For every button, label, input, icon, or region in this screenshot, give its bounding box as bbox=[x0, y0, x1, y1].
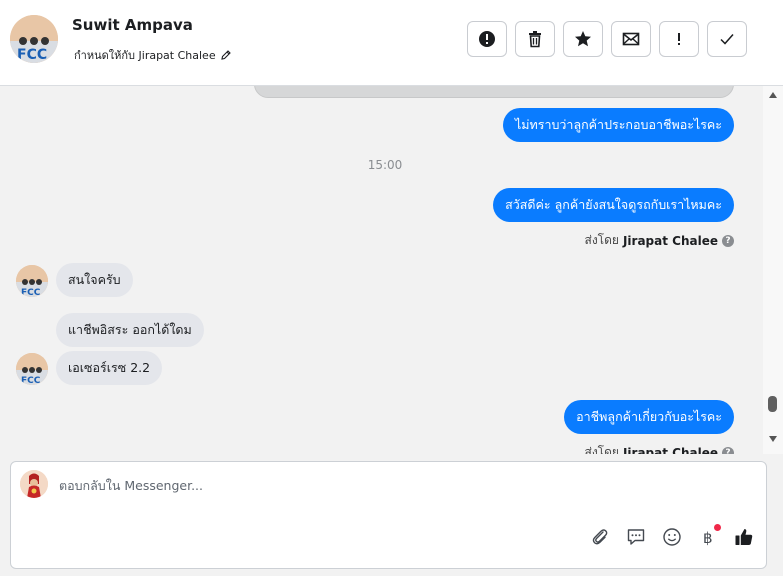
star-button[interactable] bbox=[563, 21, 603, 57]
message-timestamp: 15:00 bbox=[367, 158, 403, 172]
payment-button[interactable]: ฿ bbox=[697, 524, 721, 548]
exclamation-icon bbox=[678, 33, 680, 45]
messenger-inbox-view: FCC Suwit Ampava กำหนดให้กับ Jirapat Cha… bbox=[0, 0, 783, 576]
sent-by-name: Jirapat Chalee bbox=[622, 445, 718, 455]
svg-text:FCC: FCC bbox=[21, 376, 41, 385]
assigned-to-row[interactable]: กำหนดให้กับ Jirapat Chalee bbox=[74, 46, 232, 64]
mark-unread-button[interactable] bbox=[611, 21, 651, 57]
sent-by-label-partial: ส่งโดย Jirapat Chalee ? bbox=[584, 443, 734, 455]
smiley-icon bbox=[663, 528, 681, 546]
pencil-icon[interactable] bbox=[220, 49, 232, 61]
svg-text:FCC: FCC bbox=[17, 47, 47, 63]
alert-circle-icon bbox=[479, 31, 495, 47]
conversation-header: FCC Suwit Ampava กำหนดให้กับ Jirapat Cha… bbox=[0, 0, 783, 86]
scroll-down-arrow-icon[interactable] bbox=[769, 436, 777, 442]
outgoing-message[interactable]: สวัสดีค่ะ ลูกค้ายังสนใจดูรถกับเราไหมคะ bbox=[493, 188, 734, 222]
incoming-message[interactable]: เอเซอร์เรซ 2.2 bbox=[56, 351, 163, 385]
star-icon bbox=[575, 31, 591, 47]
sent-by-prefix: ส่งโดย bbox=[584, 233, 619, 247]
send-like-button[interactable] bbox=[733, 526, 755, 548]
sent-by-name: Jirapat Chalee bbox=[622, 233, 718, 248]
mark-spam-button[interactable] bbox=[467, 21, 507, 57]
assigned-to-label: กำหนดให้กับ Jirapat Chalee bbox=[74, 49, 216, 62]
contact-name[interactable]: Suwit Ampava bbox=[72, 16, 193, 34]
outgoing-message[interactable]: ไม่ทราบว่าลูกค้าประกอบอาชีพอะไรคะ bbox=[502, 108, 734, 142]
contact-avatar[interactable]: FCC bbox=[10, 15, 58, 63]
contact-avatar-small[interactable]: FCC bbox=[16, 265, 48, 297]
chat-icon bbox=[627, 529, 645, 545]
svg-text:฿: ฿ bbox=[703, 529, 713, 547]
thread-scrollbar[interactable] bbox=[763, 86, 783, 454]
shared-image-preview[interactable] bbox=[254, 86, 734, 98]
paperclip-icon bbox=[592, 529, 608, 545]
mark-done-button[interactable] bbox=[707, 21, 747, 57]
trash-icon bbox=[529, 31, 541, 48]
emoji-button[interactable] bbox=[661, 526, 683, 548]
composer-toolbar: ฿ bbox=[589, 524, 755, 548]
page-avatar bbox=[20, 470, 48, 498]
check-icon bbox=[720, 34, 734, 45]
thumbs-up-icon bbox=[735, 529, 753, 545]
envelope-icon bbox=[622, 32, 640, 46]
question-icon[interactable]: ? bbox=[722, 446, 734, 454]
attach-button[interactable] bbox=[589, 526, 611, 548]
svg-text:FCC: FCC bbox=[21, 288, 41, 297]
question-icon[interactable]: ? bbox=[722, 234, 734, 247]
scrollbar-thumb[interactable] bbox=[768, 396, 777, 412]
message-thread[interactable]: ไม่ทราบว่าลูกค้าประกอบอาชีพอะไรคะ 15:00 … bbox=[0, 86, 763, 454]
scroll-up-arrow-icon[interactable] bbox=[769, 92, 777, 98]
conversation-actions bbox=[467, 21, 747, 57]
notification-dot bbox=[714, 524, 721, 531]
reply-composer[interactable]: ฿ bbox=[10, 461, 767, 569]
sent-by-prefix: ส่งโดย bbox=[584, 445, 619, 454]
outgoing-message[interactable]: อาชีพลูกค้าเกี่ยวกับอะไรคะ bbox=[564, 400, 734, 434]
saved-replies-button[interactable] bbox=[625, 526, 647, 548]
incoming-message[interactable]: สนใจครับ bbox=[56, 263, 133, 297]
delete-button[interactable] bbox=[515, 21, 555, 57]
composer-area: ฿ bbox=[0, 454, 783, 576]
sent-by-label: ส่งโดย Jirapat Chalee ? bbox=[584, 231, 734, 250]
incoming-message[interactable]: แาชีพอิสระ ออกได้ใดม bbox=[56, 313, 204, 347]
reply-input[interactable] bbox=[59, 478, 619, 493]
follow-up-button[interactable] bbox=[659, 21, 699, 57]
contact-avatar-small[interactable]: FCC bbox=[16, 353, 48, 385]
